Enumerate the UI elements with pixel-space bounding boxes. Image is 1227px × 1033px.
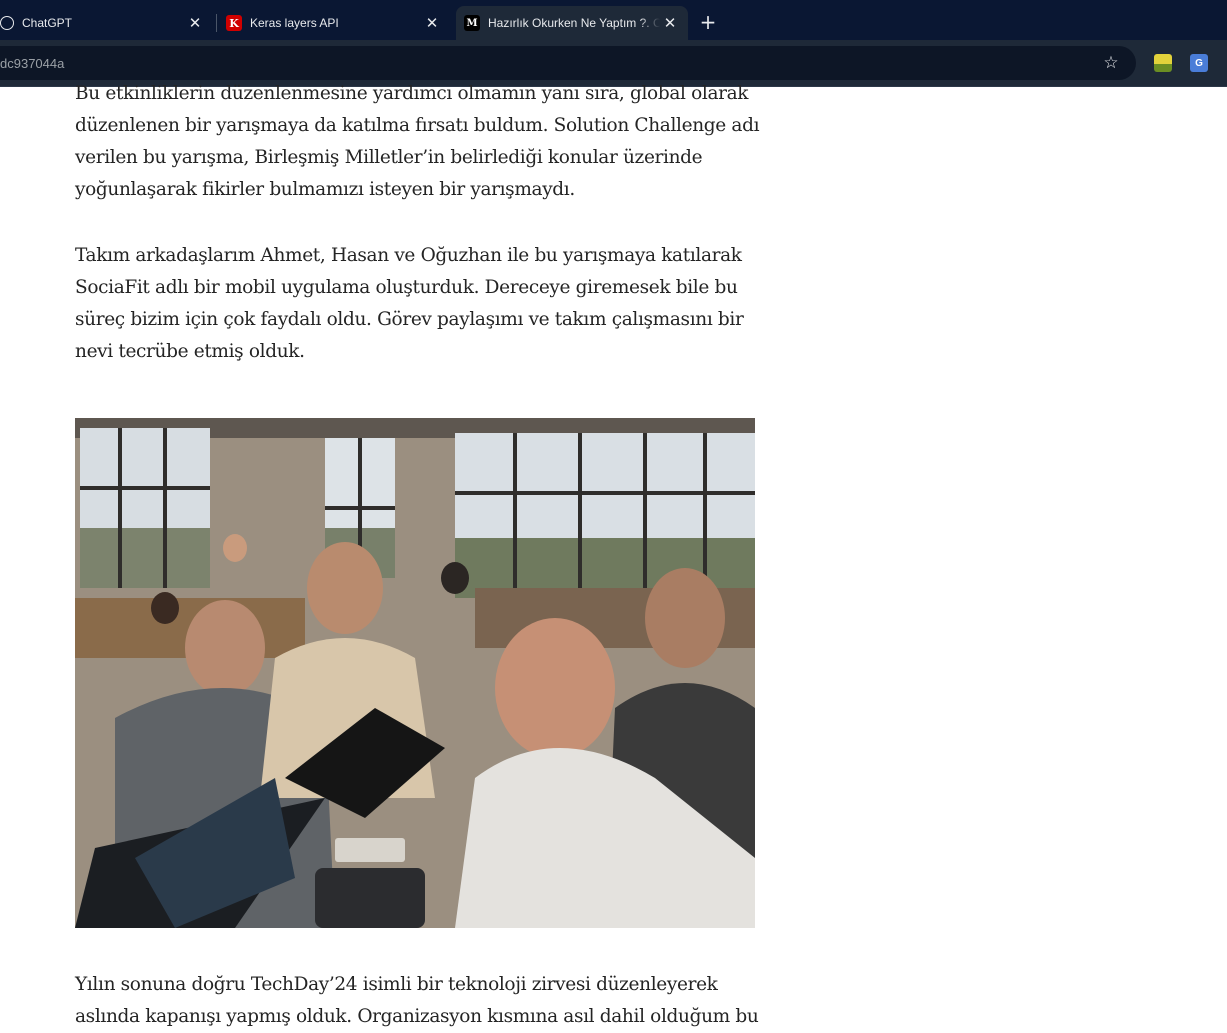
tab-keras[interactable]: K Keras layers API ✕ (218, 6, 450, 40)
tab-title: Keras layers API (250, 16, 339, 30)
close-icon[interactable]: ✕ (422, 13, 442, 33)
chatgpt-icon (0, 16, 14, 30)
google-translate-icon[interactable]: G (1190, 54, 1208, 72)
close-icon[interactable]: ✕ (185, 13, 205, 33)
close-icon[interactable]: ✕ (660, 13, 680, 33)
new-tab-button[interactable]: + (694, 8, 722, 36)
article-photo (75, 418, 755, 928)
tab-chatgpt[interactable]: ChatGPT ✕ (0, 6, 213, 40)
keras-icon: K (226, 15, 242, 31)
extension-icon[interactable] (1154, 54, 1172, 72)
tab-strip: ChatGPT ✕ K Keras layers API ✕ M Hazırlı… (0, 0, 1227, 40)
article-paragraph: Yılın sonuna doğru TechDay’24 isimli bir… (75, 974, 759, 1027)
url-text[interactable]: dc937044a (0, 56, 64, 71)
article-paragraph: Bu etkinliklerin düzenlenmesine yardımcı… (75, 83, 760, 200)
article-paragraph: Takım arkadaşlarım Ahmet, Hasan ve Oğuzh… (75, 245, 744, 362)
tab-title: Hazırlık Okurken Ne Yaptım ?. C (488, 16, 660, 30)
tab-medium-article[interactable]: M Hazırlık Okurken Ne Yaptım ?. C ✕ (456, 6, 688, 40)
tab-title: ChatGPT (22, 16, 73, 30)
medium-icon: M (464, 15, 480, 31)
address-bar[interactable]: dc937044a ☆ (0, 46, 1136, 80)
bookmark-star-icon[interactable]: ☆ (1100, 52, 1122, 74)
tab-divider (216, 14, 217, 32)
